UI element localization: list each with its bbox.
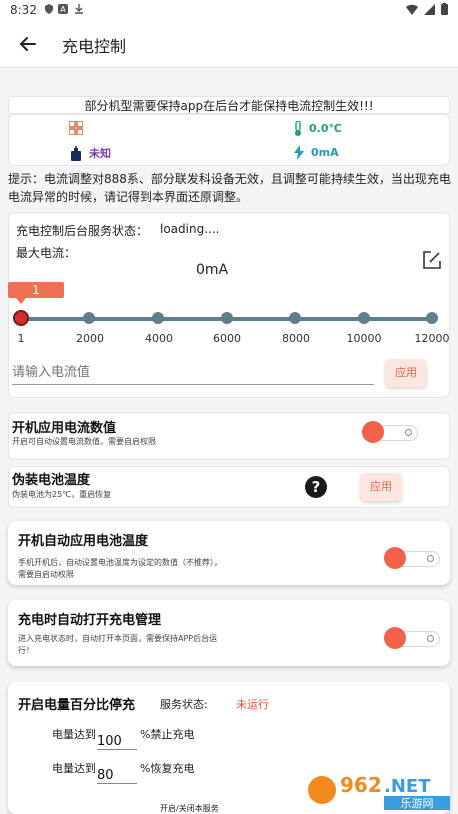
resume-label: 电量达到 [52, 762, 96, 775]
auto-open-subtitle: 进入充电状态时，自动打开本页面，需要保持APP后台运行！ [18, 634, 218, 655]
boot-temp-title: 开机自动应用电池温度 [18, 534, 149, 549]
stop-percent-input[interactable]: 100 [97, 734, 137, 750]
fake-temp-subtitle: 伪装电池为25℃，重启恢复 [12, 490, 112, 499]
percent-stop-title: 开启电量百分比停充 [18, 698, 136, 713]
info-battery-status: 未知 [69, 145, 111, 161]
percent-service-value: 未运行 [236, 698, 269, 711]
shield-icon [45, 4, 53, 14]
current-input[interactable] [12, 361, 374, 385]
wifi-icon [406, 4, 418, 15]
slider-thumb[interactable] [13, 310, 29, 326]
slider-tick-label: 8000 [282, 332, 310, 345]
service-status-value: loading.... [160, 222, 220, 236]
current-value: 0mA [311, 146, 339, 159]
battery-icon [441, 3, 448, 15]
lightning-icon [294, 145, 304, 160]
info-apps [69, 121, 83, 135]
battery-info-panel: 0.0℃ 未知 0mA [8, 114, 450, 166]
battery-person-icon [71, 145, 81, 161]
boot-current-toggle[interactable] [362, 421, 418, 443]
help-icon[interactable]: ? [305, 476, 327, 498]
apply-current-button[interactable]: 应用 [385, 359, 427, 387]
auto-open-toggle[interactable] [384, 627, 440, 649]
status-time: 8:32 [10, 3, 37, 17]
stop-label: 电量达到 [52, 728, 96, 741]
edit-icon[interactable] [422, 250, 442, 270]
boot-current-subtitle: 开启可自动设置电流数值，需要自启权限 [12, 437, 156, 446]
service-status-label: 充电控制后台服务状态： [16, 224, 149, 238]
site-watermark-logo: 962 .NET 乐游网 [308, 773, 450, 810]
slider-tick-dot [289, 312, 301, 324]
temperature-value: 0.0℃ [309, 122, 342, 135]
background-notice: 部分机型需要保持app在后台才能保持电流控制生效!!! [8, 96, 450, 114]
boot-current-title: 开机应用电流数值 [12, 421, 117, 436]
slider-tick-dot [152, 312, 164, 324]
slider-tick-dot [83, 312, 95, 324]
auto-open-title: 充电时自动打开充电管理 [18, 613, 162, 628]
percent-toggle-label: 开启/关闭本服务 [160, 804, 219, 813]
svg-text:乐游网: 乐游网 [401, 797, 434, 810]
info-temperature: 0.0℃ [293, 121, 342, 136]
stop-suffix: %禁止充电 [140, 728, 195, 741]
battery-status-value: 未知 [89, 147, 111, 160]
boot-temp-subtitle: 手机开机后，自动设置电池温度为设定的数值（不推荐），需要自启动权限 [18, 558, 222, 579]
download-icon [75, 4, 83, 14]
svg-text:A: A [60, 5, 66, 14]
slider-tick-label: 4000 [145, 332, 173, 345]
slider-tick-label: 6000 [213, 332, 241, 345]
slider-tick-label: 10000 [346, 332, 382, 345]
svg-text:.NET: .NET [384, 776, 431, 797]
apply-temp-button[interactable]: 应用 [360, 473, 402, 501]
slider-tick-dot [426, 312, 438, 324]
slider-tick-dot [358, 312, 370, 324]
resume-percent-input[interactable]: 80 [97, 768, 137, 784]
back-arrow-icon[interactable] [14, 30, 42, 58]
slider-tick-label: 1 [17, 332, 25, 345]
slider-tick-label: 2000 [76, 332, 104, 345]
svg-text:962: 962 [340, 773, 382, 797]
max-current-value: 0mA [196, 262, 229, 278]
signal-icon [424, 3, 435, 15]
info-current: 0mA [293, 145, 339, 160]
percent-service-label: 服务状态: [160, 698, 208, 711]
slider-value-bubble: 1 [8, 282, 64, 304]
grid-icon [69, 121, 83, 135]
thermometer-icon [295, 121, 301, 136]
slider-tick-label: 12000 [414, 332, 450, 345]
a-icon: A [58, 4, 68, 14]
resume-suffix: %恢复充电 [140, 762, 195, 775]
status-bar: 8:32 A [0, 0, 458, 20]
boot-temp-toggle[interactable] [384, 547, 440, 569]
hint-text: 提示：电流调整对888系、部分联发科设备无效，且调整可能持续生效，当出现充电电流… [8, 172, 451, 204]
page-title: 充电控制 [62, 37, 127, 56]
fake-temp-title: 伪装电池温度 [12, 473, 91, 488]
slider-tick-dot [221, 312, 233, 324]
max-current-label: 最大电流： [16, 246, 77, 260]
app-bar: 充电控制 [0, 20, 458, 68]
